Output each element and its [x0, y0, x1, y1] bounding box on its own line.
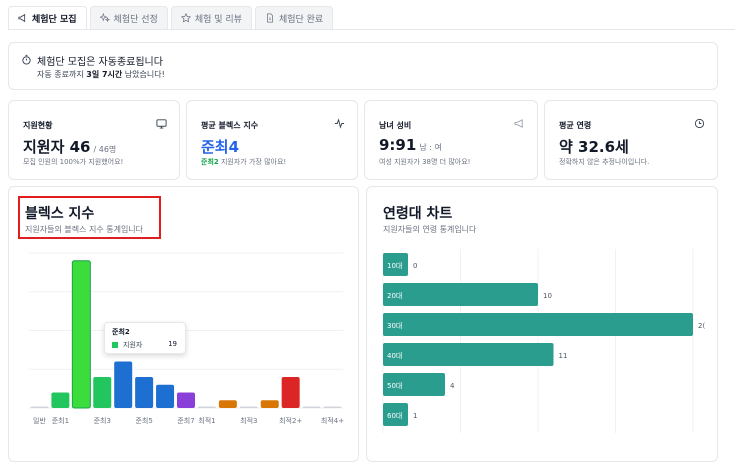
age-bar-chart: 10대 0 20대 10 30대 2( 40대 11 50대 4 60대 1	[382, 249, 705, 433]
x-tick-label: 최적3	[240, 416, 257, 425]
tab-review[interactable]: 체험 및 리뷰	[170, 6, 252, 29]
gender-ratio: 9:91	[379, 136, 417, 154]
bar-최적3+[interactable]	[302, 406, 321, 409]
stat-value: 약 32.6세	[559, 138, 629, 156]
stat-subtitle: 모집 인원의 100%가 지원했어요!	[23, 158, 124, 166]
stat-unit: 남 : 여	[419, 143, 442, 152]
category-label: 30대	[387, 322, 402, 330]
stat-value: 준최4	[201, 138, 240, 156]
tab-label: 체험단 선정	[113, 14, 158, 25]
x-tick-label: 준최3	[94, 416, 111, 425]
tooltip-title: 준최2	[112, 328, 130, 336]
bar-준최1[interactable]	[51, 392, 70, 409]
notice-subtitle: 자동 종료까지 3일 7시간 남았습니다!	[37, 69, 165, 80]
stat-card-gender-ratio: 남녀 성비 9:91 남 : 여 여성 지원자가 38명 더 많아요!	[364, 100, 538, 180]
stat-title: 남녀 성비	[379, 121, 412, 130]
value-label: 10	[543, 292, 552, 300]
x-tick-label: 준최1	[52, 416, 69, 425]
stat-title: 지원현황	[23, 121, 53, 130]
clock-icon	[694, 118, 705, 129]
bar-준최7[interactable]	[177, 392, 195, 409]
remaining-time: 3일 7시간	[86, 70, 123, 79]
tooltip-label: 지원자	[123, 341, 143, 349]
x-tick-label: 준최7	[177, 416, 194, 425]
stat-card-applicants: 지원현황 지원자 46/ 46명 모집 인원의 100%가 지원했어요!	[8, 100, 180, 180]
stat-card-blex-avg: 평균 블렉스 지수 준최4 준최2 지원자가 가장 많아요!	[186, 100, 358, 180]
category-label: 60대	[387, 412, 402, 420]
bar-최적2+[interactable]	[281, 377, 300, 408]
stat-subtitle: 정확하지 않은 추정나이입니다.	[559, 158, 650, 166]
bar-20대[interactable]	[383, 283, 538, 306]
value-label: 4	[450, 382, 455, 390]
applicant-count: 지원자 46	[23, 138, 91, 156]
x-tick-label: 준최5	[135, 416, 152, 425]
x-tick-label: 최적1	[198, 416, 215, 425]
bar-최적4+[interactable]	[323, 406, 342, 409]
value-label: 11	[559, 352, 568, 360]
value-label: 0	[413, 262, 417, 270]
bar-최적2[interactable]	[218, 400, 237, 408]
tooltip-legend-swatch	[112, 342, 118, 348]
x-tick-label: 일반	[33, 416, 46, 425]
tab-bar: 체험단 모집 체험단 선정 체험 및 리뷰 체험단 완료	[8, 6, 334, 30]
sparkle-icon	[99, 13, 110, 23]
tooltip-value: 19	[168, 340, 177, 348]
value-label: 2(	[698, 322, 705, 330]
bar-준최6[interactable]	[156, 384, 175, 408]
bar-일반[interactable]	[30, 406, 49, 409]
category-label: 50대	[387, 382, 402, 390]
notice-suffix: 남았습니다!	[122, 70, 165, 79]
category-label: 40대	[387, 352, 402, 360]
x-tick-label: 최적2+	[279, 416, 302, 425]
bar-준최2[interactable]	[71, 260, 91, 409]
notice-title: 체험단 모집은 자동종료됩니다	[37, 57, 163, 68]
tab-recruit[interactable]: 체험단 모집	[8, 6, 87, 29]
stat-unit: / 46명	[93, 145, 117, 154]
stat-card-avg-age: 평균 연령 약 32.6세 정확하지 않은 추정나이입니다.	[544, 100, 718, 180]
tab-label: 체험단 완료	[278, 14, 324, 25]
stat-subtitle: 여성 지원자가 38명 더 많아요!	[379, 158, 471, 166]
bar-최적1[interactable]	[197, 406, 216, 409]
bar-최적3[interactable]	[239, 406, 258, 409]
tab-label: 체험단 모집	[32, 14, 77, 25]
stat-title: 평균 연령	[559, 121, 592, 130]
category-label: 20대	[387, 292, 402, 300]
stat-value: 지원자 46/ 46명	[23, 136, 116, 157]
x-tick-label: 최적4+	[321, 416, 344, 425]
auto-close-notice: 체험단 모집은 자동종료됩니다 자동 종료까지 3일 7시간 남았습니다!	[8, 42, 718, 90]
timer-icon	[22, 54, 31, 65]
tab-divider	[8, 29, 735, 30]
bar-준최4[interactable]	[114, 361, 133, 409]
tab-label: 체험 및 리뷰	[194, 14, 242, 25]
tab-complete[interactable]: 체험단 완료	[254, 6, 334, 29]
document-icon	[267, 13, 273, 23]
top-grade: 준최2	[201, 158, 219, 166]
megaphone-icon	[18, 13, 26, 23]
bar-40대[interactable]	[383, 343, 554, 366]
value-label: 1	[413, 412, 417, 420]
stat-title: 평균 블렉스 지수	[201, 121, 259, 130]
star-icon	[180, 13, 191, 23]
bar-30대[interactable]	[383, 313, 693, 336]
category-label: 10대	[387, 262, 402, 270]
notice-prefix: 자동 종료까지	[37, 70, 87, 79]
stat-value: 9:91 남 : 여	[379, 136, 442, 154]
activity-icon	[334, 118, 345, 129]
chart-tooltip: 준최2 지원자 19	[104, 322, 186, 354]
bar-준최3[interactable]	[93, 377, 112, 408]
monitor-icon	[156, 119, 167, 129]
tab-select[interactable]: 체험단 선정	[89, 6, 168, 29]
stat-subtitle-text: 지원자가 가장 많아요!	[218, 158, 287, 166]
bar-최적4[interactable]	[260, 400, 279, 408]
stat-subtitle: 준최2 지원자가 가장 많아요!	[201, 157, 286, 167]
megaphone-icon	[514, 119, 523, 128]
age-chart-card: 연령대 차트 지원자들의 연령 통계입니다 10대 0 20대 10 30대 2(40대 1…	[366, 186, 718, 462]
bar-준최5[interactable]	[135, 377, 154, 408]
